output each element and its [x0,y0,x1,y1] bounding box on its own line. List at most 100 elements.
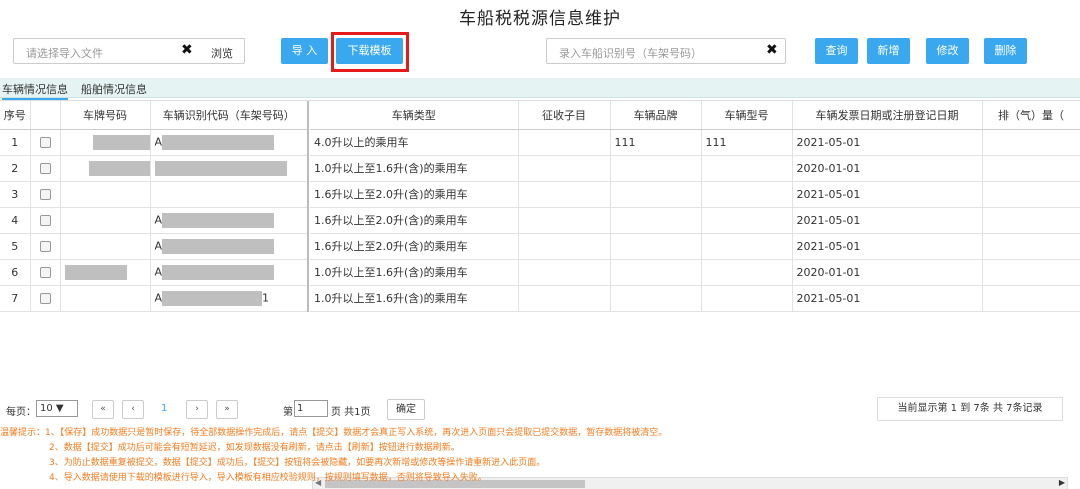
scroll-columns-table: 车辆类型 征收子目 车辆品牌 车辆型号 车辆发票日期或注册登记日期 排（气）量（… [310,101,1080,312]
displacement-cell [982,285,1080,312]
date-cell: 2021-05-01 [792,129,983,156]
vin-cell [150,155,309,182]
vin-prefix: A [154,239,163,252]
clear-vin-icon[interactable]: ✖ [766,42,778,58]
tab-vehicle-info[interactable]: 车辆情况信息 [2,81,68,100]
model-cell: 111 [701,129,793,156]
model-cell [701,207,793,234]
vin-prefix: A [154,291,163,304]
table-row[interactable]: 1.6升以上至2.0升(含)的乘用车 2021-05-01 [310,207,1080,234]
frozen-columns-table: 序号 车牌号码 车辆识别代码（车架号码） 1A234A5A6A7A1 [0,101,309,312]
vin-prefix: A [154,213,163,226]
row-checkbox[interactable] [39,215,51,226]
col-header-vehicle-type: 车辆类型 [310,101,519,130]
masked-vin [162,238,275,254]
table-row[interactable]: 7 A1 [0,285,309,312]
row-checkbox-cell[interactable] [30,207,61,234]
date-cell: 2020-01-01 [792,259,983,286]
masked-vin [162,212,275,228]
vehicle-type-cell: 1.6升以上至2.0升(含)的乘用车 [310,207,519,234]
row-checkbox[interactable] [39,163,51,174]
col-header-checkbox [30,101,61,130]
masked-plate [88,160,149,176]
row-checkbox[interactable] [39,267,51,278]
row-checkbox[interactable] [39,293,51,304]
row-checkbox-cell[interactable] [30,233,61,260]
displacement-cell [982,207,1080,234]
tip-line: 3、为防止数据重复被提交，数据【提交】成功后，【提交】按钮将会被隐藏，如要再次新… [49,458,546,468]
table-row[interactable]: 2 [0,155,309,182]
page-number-input[interactable]: 1 [294,400,328,417]
masked-vin [154,160,287,176]
brand-cell [610,259,702,286]
brand-cell [610,207,702,234]
last-page-button[interactable]: » [216,400,238,419]
first-page-button[interactable]: « [92,400,114,419]
browse-button[interactable]: 浏览 [211,45,233,61]
table-row[interactable]: 1A [0,129,309,156]
prev-page-button[interactable]: ‹ [122,400,144,419]
brand-cell [610,233,702,260]
vin-search-placeholder: 录入车船识别号（车架号码） [559,47,702,60]
displacement-cell [982,233,1080,260]
vin-cell: A1 [150,285,309,312]
brand-cell [610,285,702,312]
masked-vin [162,134,275,150]
vehicle-type-cell: 1.0升以上至1.6升(含)的乘用车 [310,259,519,286]
vin-prefix: A [154,135,163,148]
model-cell [701,285,793,312]
row-number: 2 [0,155,31,182]
goto-page-button[interactable]: 确定 [387,399,425,420]
import-button[interactable]: 导 入 [281,38,328,64]
table-row[interactable]: 1.0升以上至1.6升(含)的乘用车 2020-01-01 [310,155,1080,182]
query-button[interactable]: 查询 [815,38,858,64]
current-page-number[interactable]: 1 [161,403,167,414]
sub-item-cell [518,155,611,182]
model-cell [701,259,793,286]
displacement-cell [982,259,1080,286]
import-file-input[interactable]: 请选择导入文件 ✖ 浏览 [13,38,245,64]
vehicle-type-cell: 1.0升以上至1.6升(含)的乘用车 [310,155,519,182]
page: 车船税税源信息维护 请选择导入文件 ✖ 浏览 导 入 下载模板 录入车船识别号（… [0,0,1080,489]
record-count-info: 当前显示第 1 到 7条 共 7条记录 [877,397,1063,421]
masked-vin [162,264,275,280]
row-number: 4 [0,207,31,234]
plate-cell [60,129,151,156]
vin-cell: A [150,233,309,260]
tab-vessel-info[interactable]: 船舶情况信息 [81,81,147,97]
row-checkbox[interactable] [39,189,51,200]
table-row[interactable]: 4A [0,207,309,234]
row-checkbox[interactable] [39,137,51,148]
row-checkbox-cell[interactable] [30,181,61,208]
col-header-plate: 车牌号码 [60,101,151,130]
row-checkbox[interactable] [39,241,51,252]
edit-button[interactable]: 修改 [926,38,969,64]
table-row[interactable]: 1.0升以上至1.6升(含)的乘用车 2021-05-01 [310,285,1080,312]
row-checkbox-cell[interactable] [30,155,61,182]
row-checkbox-cell[interactable] [30,285,61,312]
row-number: 1 [0,129,31,156]
table-row[interactable]: 5A [0,233,309,260]
per-page-select[interactable]: 10 ▼ [36,400,78,417]
vin-search-input[interactable]: 录入车船识别号（车架号码） ✖ [546,38,786,64]
table-row[interactable]: 1.0升以上至1.6升(含)的乘用车 2020-01-01 [310,259,1080,286]
table-row[interactable]: 3 [0,181,309,208]
table-row[interactable]: 4.0升以上的乘用车 111 111 2021-05-01 [310,129,1080,156]
row-checkbox-cell[interactable] [30,259,61,286]
col-header-sub-item: 征收子目 [518,101,611,130]
table-row[interactable]: 1.6升以上至2.0升(含)的乘用车 2021-05-01 [310,181,1080,208]
masked-vin [162,290,263,306]
row-number: 5 [0,233,31,260]
clear-file-icon[interactable]: ✖ [181,42,193,58]
row-number: 7 [0,285,31,312]
sub-item-cell [518,129,611,156]
table-row[interactable]: 1.6升以上至2.0升(含)的乘用车 2021-05-01 [310,233,1080,260]
next-page-button[interactable]: › [186,400,208,419]
table-row[interactable]: 6A [0,259,309,286]
row-checkbox-cell[interactable] [30,129,61,156]
delete-button[interactable]: 删除 [984,38,1027,64]
plate-cell [60,155,151,182]
vin-cell: A [150,129,309,156]
tip-line: 温馨提示：1、【保存】成功数据只是暂时保存，待全部数据操作完成后，请点【提交】数… [0,428,668,438]
add-button[interactable]: 新增 [867,38,910,64]
